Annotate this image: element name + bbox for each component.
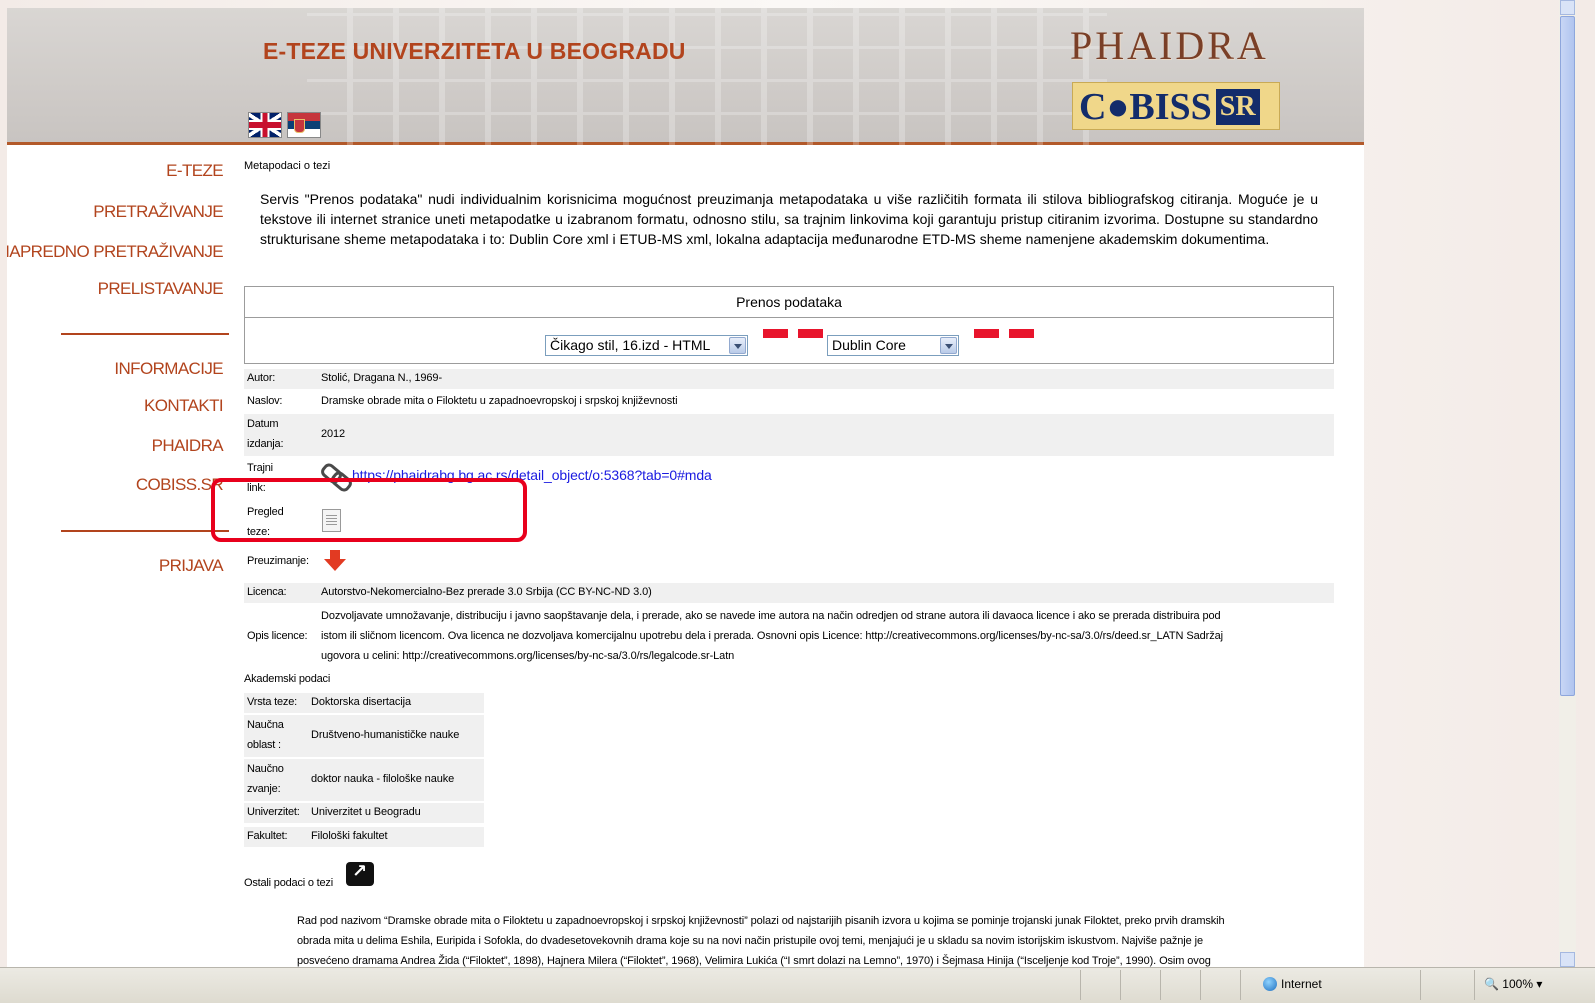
status-cell — [1474, 970, 1475, 1000]
field-label: Preuzimanje: — [247, 555, 309, 567]
nav-item-informacije[interactable]: INFORMACIJE — [114, 359, 223, 379]
status-cell — [1420, 970, 1421, 1000]
browser-status-bar: Internet 🔍 100% ▾ — [0, 967, 1595, 1003]
export-panel-title: Prenos podataka — [244, 286, 1334, 318]
annotation-highlight-box — [211, 478, 527, 542]
nav-item-phaidra[interactable]: PHAIDRA — [152, 436, 224, 456]
site-header: E-TEZE UNIVERZITETA U BEOGRADU PHAIDRA C… — [7, 8, 1364, 145]
field-label: Autor: — [247, 372, 276, 384]
header-building-image — [307, 8, 1107, 145]
field-label: Naučno — [247, 763, 284, 775]
field-label: Licenca: — [247, 586, 287, 598]
abstract-line: Rad pod nazivom “Dramske obrade mita o F… — [297, 915, 1225, 927]
abstract-line: obrada mita u delima Eshila, Euripida i … — [297, 935, 1203, 947]
citation-style-select[interactable]: Čikago stil, 16.izd - HTML — [545, 335, 748, 356]
zoom-control[interactable]: 🔍 100% ▾ — [1484, 977, 1542, 991]
citation-style-value: Čikago stil, 16.izd - HTML — [550, 337, 711, 353]
field-value-zvanje: doktor nauka - filološke nauke — [311, 773, 455, 785]
academic-row-oblast: Naučna oblast : Društveno-humanističke n… — [244, 715, 484, 757]
field-row-preuzimanje: Preuzimanje: — [244, 550, 1334, 574]
field-value-oblast: Društveno-humanističke nauke — [311, 729, 460, 741]
expand-icon[interactable] — [346, 861, 374, 886]
status-cell — [1120, 970, 1121, 1000]
download-arrow-icon[interactable] — [324, 550, 346, 572]
academic-heading: Akademski podaci — [244, 673, 331, 685]
zoom-icon: 🔍 — [1484, 977, 1499, 991]
nav-item-napredno-pretrazivanje[interactable]: NAPREDNO PRETRAŽIVANJE — [7, 242, 224, 262]
field-label: oblast : — [247, 739, 281, 751]
nav-separator — [61, 530, 229, 532]
nav-item-prijava[interactable]: PRIJAVA — [159, 556, 224, 576]
field-label: Trajni — [247, 462, 273, 474]
intro-text: Servis "Prenos podataka" nudi individual… — [260, 191, 1318, 247]
field-value-fakultet: Filološki fakultet — [311, 830, 388, 842]
abstract-text: Rad pod nazivom “Dramske obrade mita o F… — [297, 911, 1309, 971]
status-cell — [1080, 970, 1081, 1000]
status-cell — [1200, 970, 1201, 1000]
phaidra-logo[interactable]: PHAIDRA — [1070, 22, 1269, 69]
academic-row-zvanje: Naučno zvanje: doktor nauka - filološke … — [244, 759, 484, 801]
metadata-schema-select[interactable]: Dublin Core — [827, 335, 959, 356]
field-label: Naslov: — [247, 395, 283, 407]
globe-icon — [1263, 977, 1277, 991]
cobiss-logo[interactable]: C●BISS SR — [1072, 82, 1280, 130]
field-row-opis: Opis licence: Dozvoljavate umnožavanje, … — [244, 606, 1334, 668]
cobiss-logo-sr: SR — [1215, 89, 1260, 125]
field-row-licenca: Licenca: Autorstvo-Nekomercialno-Bez pre… — [244, 583, 1334, 603]
status-cell — [1160, 970, 1161, 1000]
nav-item-e-teze[interactable]: E-TEZE — [166, 161, 223, 181]
field-row-naslov: Naslov: Dramske obrade mita o Filoktetu … — [244, 392, 1334, 412]
field-value-opis-3: ugovora u celini: http://creativecommons… — [321, 650, 735, 662]
field-value-autor: Stolić, Dragana N., 1969- — [321, 372, 443, 384]
field-value-opis-2: istom ili sličnom licencom. Ova licenca … — [321, 630, 1223, 642]
security-zone: Internet — [1263, 977, 1322, 991]
serbian-flag-icon[interactable] — [287, 112, 321, 138]
security-zone-label: Internet — [1281, 977, 1322, 991]
status-cell — [1240, 970, 1241, 1000]
field-value-vrsta: Doktorska disertacija — [311, 696, 411, 708]
field-label: Vrsta teze: — [247, 696, 297, 708]
other-data-row: Ostali podaci o tezi — [244, 860, 1334, 894]
nav-item-cobiss[interactable]: COBISS.SR — [136, 475, 224, 495]
field-label: Fakultet: — [247, 830, 288, 842]
field-value-licenca: Autorstvo-Nekomercialno-Bez prerade 3.0 … — [321, 586, 652, 598]
nav-item-kontakti[interactable]: KONTAKTI — [144, 396, 224, 416]
english-flag-icon[interactable] — [248, 112, 282, 138]
nav-separator — [61, 333, 229, 335]
chevron-down-icon[interactable]: ▾ — [1536, 977, 1542, 991]
other-data-heading: Ostali podaci o tezi — [244, 877, 333, 889]
scrollbar-thumb[interactable] — [1560, 16, 1575, 696]
vertical-scrollbar[interactable] — [1559, 0, 1576, 967]
field-value-univerzitet: Univerzitet u Beogradu — [311, 806, 421, 818]
field-label: izdanja: — [247, 438, 284, 450]
scroll-up-button[interactable] — [1560, 0, 1575, 15]
field-value-datum: 2012 — [321, 428, 346, 440]
field-row-datum: Datum izdanja: 2012 — [244, 414, 1334, 456]
chevron-down-icon[interactable] — [729, 337, 746, 354]
field-row-autor: Autor: Stolić, Dragana N., 1969- — [244, 369, 1334, 389]
chevron-down-icon[interactable] — [940, 337, 957, 354]
nav-item-prelistavanje[interactable]: PRELISTAVANJE — [98, 279, 224, 299]
cobiss-logo-text: C●BISS — [1079, 86, 1212, 128]
metadata-schema-value: Dublin Core — [832, 337, 906, 353]
scroll-down-button[interactable] — [1560, 952, 1575, 967]
academic-heading-row: Akademski podaci — [244, 670, 1334, 690]
export-citation-icon[interactable] — [763, 329, 823, 338]
breadcrumb: Metapodaci o tezi — [244, 160, 331, 172]
academic-row-univerzitet: Univerzitet: Univerzitet u Beogradu — [244, 803, 484, 823]
nav-item-pretrazivanje[interactable]: PRETRAŽIVANJE — [93, 202, 223, 222]
zoom-level: 100% — [1502, 977, 1533, 991]
field-label: Naučna — [247, 719, 284, 731]
academic-row-vrsta: Vrsta teze: Doktorska disertacija — [244, 693, 484, 713]
field-label: zvanje: — [247, 783, 281, 795]
field-label: Datum — [247, 418, 279, 430]
field-label: Opis licence: — [247, 630, 308, 642]
field-value-opis-1: Dozvoljavate umnožavanje, distribuciju i… — [321, 610, 1221, 622]
export-schema-icon[interactable] — [974, 329, 1034, 338]
field-value-naslov: Dramske obrade mita o Filoktetu u zapadn… — [321, 395, 678, 407]
site-title[interactable]: E-TEZE UNIVERZITETA U BEOGRADU — [263, 38, 686, 65]
academic-row-fakultet: Fakultet: Filološki fakultet — [244, 827, 484, 847]
export-panel-controls: Čikago stil, 16.izd - HTML Dublin Core — [244, 317, 1334, 364]
field-label: Univerzitet: — [247, 806, 300, 818]
